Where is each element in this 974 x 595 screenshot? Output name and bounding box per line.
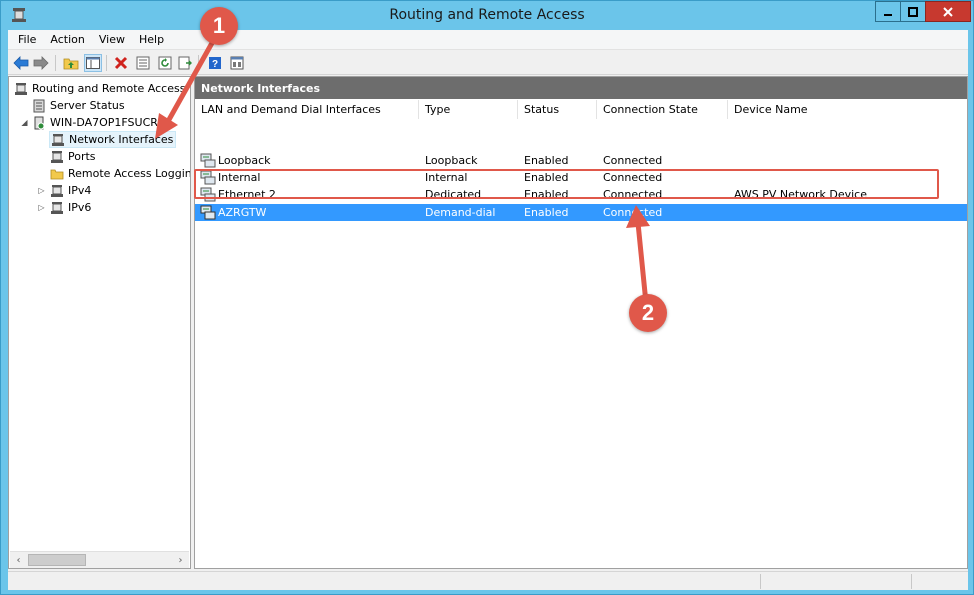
close-button[interactable] bbox=[925, 1, 971, 22]
client-area: File Action View Help ? Routing and Remo… bbox=[8, 30, 968, 590]
menu-action[interactable]: Action bbox=[43, 33, 91, 46]
row-type: Dedicated bbox=[425, 188, 482, 201]
table-row-selected[interactable]: AZRGTW Demand-dial Enabled Connected bbox=[195, 204, 967, 221]
pane-header: Network Interfaces bbox=[195, 77, 967, 99]
tree-item-server-status[interactable]: Server Status bbox=[31, 97, 125, 114]
row-state: Connected bbox=[603, 188, 663, 201]
row-status: Enabled bbox=[524, 188, 569, 201]
window-title: Routing and Remote Access bbox=[389, 7, 585, 23]
title-bar[interactable]: Routing and Remote Access bbox=[1, 1, 973, 30]
menu-view[interactable]: View bbox=[92, 33, 132, 46]
column-header-device-name[interactable]: Device Name bbox=[728, 100, 967, 119]
console-view-icon[interactable] bbox=[228, 54, 246, 72]
back-icon[interactable] bbox=[12, 54, 30, 72]
properties-icon[interactable] bbox=[134, 54, 152, 72]
row-name: Ethernet 2 bbox=[218, 188, 276, 201]
tree-label-ipv6: IPv6 bbox=[68, 201, 92, 214]
show-hide-tree-icon[interactable] bbox=[84, 54, 102, 72]
network-interfaces-icon bbox=[50, 132, 66, 147]
row-status: Enabled bbox=[524, 154, 569, 167]
minimize-button[interactable] bbox=[875, 1, 901, 22]
ipv6-icon bbox=[49, 200, 65, 215]
interface-icon bbox=[200, 187, 216, 202]
row-type: Demand-dial bbox=[425, 206, 496, 219]
column-header-connection-state[interactable]: Connection State bbox=[597, 100, 728, 119]
row-state: Connected bbox=[603, 154, 663, 167]
svg-text:?: ? bbox=[212, 59, 218, 70]
tree-label-ipv4: IPv4 bbox=[68, 184, 92, 197]
scroll-right-icon[interactable]: › bbox=[172, 552, 189, 568]
row-status: Enabled bbox=[524, 171, 569, 184]
interface-icon bbox=[200, 170, 216, 185]
tree-item-ports[interactable]: Ports bbox=[49, 148, 96, 165]
refresh-icon[interactable] bbox=[156, 54, 174, 72]
delete-icon[interactable] bbox=[112, 54, 130, 72]
folder-icon bbox=[49, 166, 65, 181]
close-icon bbox=[943, 6, 953, 17]
expand-arrow-icon[interactable]: ▷ bbox=[37, 186, 46, 195]
row-name: Internal bbox=[218, 171, 261, 184]
forward-icon[interactable] bbox=[32, 54, 50, 72]
expand-arrow-icon[interactable]: ▷ bbox=[37, 203, 46, 212]
tree-label-remote-access-logging: Remote Access Logging bbox=[68, 167, 191, 180]
tree-item-remote-access-logging[interactable]: Remote Access Logging bbox=[49, 165, 191, 182]
collapse-arrow-icon[interactable]: ◢ bbox=[20, 118, 29, 127]
app-window: Routing and Remote Access File Action Vi… bbox=[0, 0, 974, 595]
tree-label-network-interfaces: Network Interfaces bbox=[69, 133, 174, 146]
row-status: Enabled bbox=[524, 206, 569, 219]
row-name: Loopback bbox=[218, 154, 271, 167]
menu-help[interactable]: Help bbox=[132, 33, 171, 46]
column-header-name[interactable]: LAN and Demand Dial Interfaces bbox=[195, 100, 419, 119]
row-type: Internal bbox=[425, 171, 468, 184]
column-header-status[interactable]: Status bbox=[518, 100, 597, 119]
callout-2: 2 bbox=[629, 294, 667, 332]
tree-label-server-status: Server Status bbox=[50, 99, 125, 112]
ports-icon bbox=[49, 149, 65, 164]
row-device: AWS PV Network Device bbox=[734, 188, 867, 201]
tree-item-ipv6[interactable]: IPv6 bbox=[49, 199, 91, 216]
menu-bar: File Action View Help bbox=[8, 30, 968, 50]
row-state: Connected bbox=[603, 171, 663, 184]
tree-item-server[interactable]: WIN-DA7OP1FSUCR bbox=[31, 114, 158, 131]
folder-up-icon[interactable] bbox=[62, 54, 80, 72]
status-bar bbox=[8, 571, 968, 590]
ipv4-icon bbox=[49, 183, 65, 198]
maximize-button[interactable] bbox=[900, 1, 926, 22]
menu-file[interactable]: File bbox=[11, 33, 43, 46]
tree-horizontal-scrollbar[interactable]: ‹ › bbox=[10, 551, 189, 568]
scroll-thumb[interactable] bbox=[28, 554, 86, 566]
tree-item-network-interfaces[interactable]: Network Interfaces bbox=[49, 131, 177, 148]
routing-server-icon bbox=[13, 81, 29, 96]
column-header-type[interactable]: Type bbox=[419, 100, 518, 119]
minimize-icon bbox=[884, 13, 892, 16]
table-row[interactable]: Ethernet 2 Dedicated Enabled Connected A… bbox=[195, 186, 967, 203]
demand-dial-interface-icon bbox=[200, 205, 216, 220]
help-icon[interactable]: ? bbox=[206, 54, 224, 72]
tree-item-root[interactable]: Routing and Remote Access bbox=[13, 80, 185, 97]
table-row[interactable]: Loopback Loopback Enabled Connected bbox=[195, 152, 967, 169]
tree-label-ports: Ports bbox=[68, 150, 96, 163]
row-name: AZRGTW bbox=[218, 206, 267, 219]
server-status-icon bbox=[31, 98, 47, 113]
scroll-left-icon[interactable]: ‹ bbox=[10, 552, 27, 568]
tree-item-ipv4[interactable]: IPv4 bbox=[49, 182, 91, 199]
tree-label-server: WIN-DA7OP1FSUCR bbox=[50, 116, 158, 129]
details-pane: Network Interfaces LAN and Demand Dial I… bbox=[194, 76, 968, 569]
server-node-icon bbox=[31, 115, 47, 130]
callout-1: 1 bbox=[200, 7, 238, 45]
console-tree: Routing and Remote Access Server Status … bbox=[8, 76, 191, 569]
row-type: Loopback bbox=[425, 154, 478, 167]
table-row[interactable]: Internal Internal Enabled Connected bbox=[195, 169, 967, 186]
tree-label-root: Routing and Remote Access bbox=[32, 82, 186, 95]
row-state: Connected bbox=[603, 206, 663, 219]
interface-icon bbox=[200, 153, 216, 168]
export-list-icon[interactable] bbox=[176, 54, 194, 72]
maximize-icon bbox=[908, 6, 918, 17]
toolbar: ? bbox=[8, 51, 968, 75]
